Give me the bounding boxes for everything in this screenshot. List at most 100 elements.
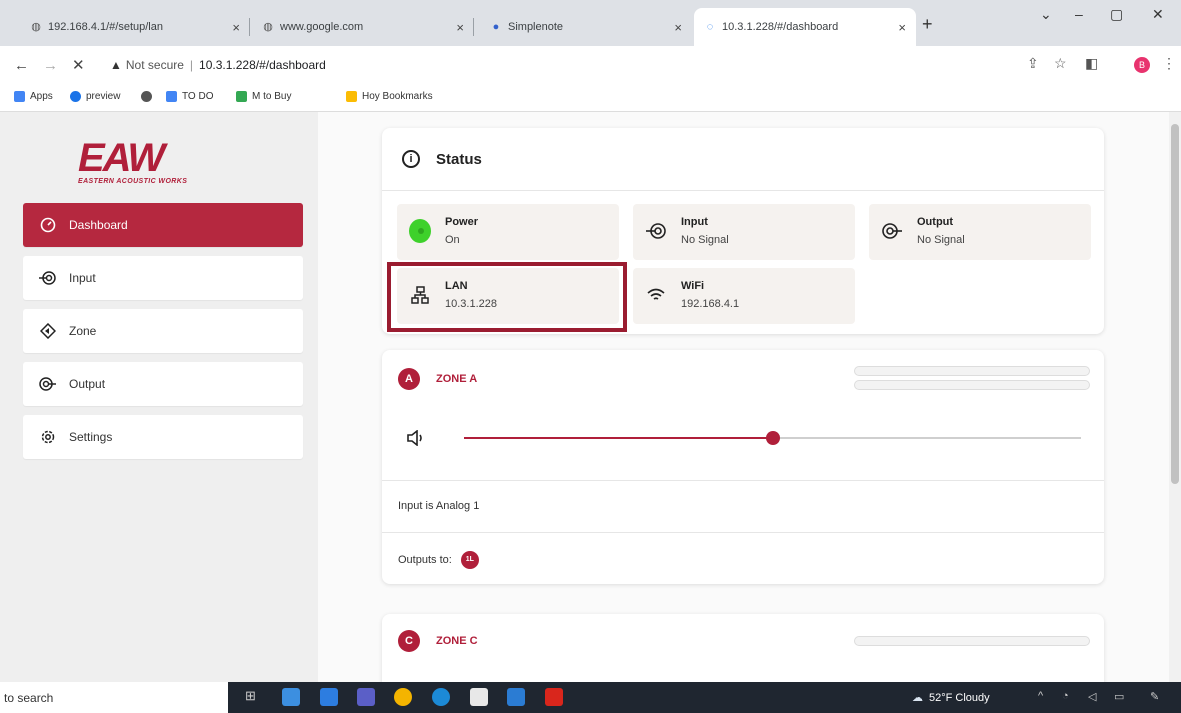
lan-highlight-box [387,262,627,332]
page-scrollbar[interactable] [1169,112,1181,682]
share-icon[interactable]: ⇪ [1027,55,1039,72]
status-heading: i Status [402,150,482,168]
zone-a-input-text: Input is Analog 1 [398,500,480,512]
tab-search-chevron-icon[interactable]: ⌄ [1040,6,1052,23]
status-tile-wifi: WiFi 192.168.4.1 [633,268,855,324]
back-arrow-icon[interactable]: ← [14,57,29,74]
battery-icon[interactable]: ▭ [1114,690,1124,703]
bookmark-m-to-buy[interactable]: M to Buy [236,91,291,102]
network-icon[interactable]: ◔ [1062,690,1069,702]
bookmark-todo[interactable]: TO DO [166,91,213,102]
input-icon [645,220,667,242]
zone-c-badge: C [398,630,420,652]
nav-zone[interactable]: Zone [23,309,303,353]
tab-dashboard[interactable]: ◌ 10.3.1.228/#/dashboard × [694,8,916,46]
tray-chevron-icon[interactable]: ^ [1038,690,1043,702]
edge-icon[interactable] [432,688,450,706]
zone-a-name[interactable]: ZONE A [436,373,477,385]
apps-grid-icon [14,91,25,102]
settings-gear-icon [39,428,57,446]
drive-icon [236,91,247,102]
windows-taskbar: to search ⊞ ☁ 52°F Cloudy ^ ◔ ◁ ▭ ✎ [0,682,1181,713]
zone-icon [39,322,57,340]
bookmark-folder-hoy[interactable]: Hoy Bookmarks [346,91,433,102]
close-tab-icon[interactable]: × [456,20,464,35]
pen-icon[interactable]: ✎ [1150,690,1159,703]
close-window-icon[interactable]: ✕ [1152,6,1164,23]
omnibox[interactable]: ▲ Not secure | 10.3.1.228/#/dashboard [110,54,326,76]
forward-arrow-icon[interactable]: → [43,57,58,74]
acrobat-icon[interactable] [545,688,563,706]
bookmarks-bar: Apps preview TO DO M to Buy Hoy Bookmark… [0,84,1181,112]
nav-output[interactable]: Output [23,362,303,406]
not-secure-label: Not secure [125,58,184,72]
side-panel-icon[interactable]: ◧ [1085,55,1098,72]
weather-widget[interactable]: ☁ 52°F Cloudy [912,691,990,705]
zone-a-badge: A [398,368,420,390]
mail-icon[interactable] [320,688,338,706]
address-bar: ← → ✕ ▲ Not secure | 10.3.1.228/#/dashbo… [0,46,1181,84]
tab-title: Simplenote [508,21,564,33]
minimize-icon[interactable]: – [1075,6,1083,22]
globe-icon: ◍ [263,21,273,33]
scrollbar-thumb[interactable] [1171,124,1179,484]
file-explorer-icon[interactable] [282,688,300,706]
nav-input[interactable]: Input [23,256,303,300]
slider-fill [464,437,773,439]
maximize-icon[interactable]: ▢ [1110,6,1123,23]
menu-kebab-icon[interactable]: ⋮ [1162,55,1176,72]
teams-icon[interactable] [357,688,375,706]
tab-google[interactable]: ◍ www.google.com × [252,8,474,46]
new-tab-button[interactable]: + [922,14,933,35]
app-sidebar: EAW EASTERN ACOUSTIC WORKS Dashboard Inp… [0,112,318,682]
profile-avatar[interactable]: B [1134,57,1150,73]
taskbar-search[interactable]: to search [0,682,228,713]
task-view-icon[interactable]: ⊞ [245,688,263,706]
output-chip-1l[interactable]: 1L [460,551,479,569]
output-icon [39,375,57,393]
zone-a-outputs: Outputs to: 1L [398,551,479,569]
close-tab-icon[interactable]: × [232,20,240,35]
globe-icon: ◍ [31,21,41,33]
outlook-icon[interactable] [507,688,525,706]
slider-thumb[interactable] [766,431,780,445]
info-icon: i [402,150,420,168]
main-content: i Status Power On Input No Signal Output… [318,112,1169,694]
status-tile-input: Input No Signal [633,204,855,260]
bookmark-preview[interactable]: preview [70,91,120,102]
nav-settings[interactable]: Settings [23,415,303,459]
volume-icon[interactable]: ◁ [1088,690,1096,703]
input-icon [39,269,57,287]
zone-c-name[interactable]: ZONE C [436,635,478,647]
divider [382,480,1104,481]
warning-triangle-icon: ▲ [110,58,122,72]
chrome-icon[interactable] [394,688,412,706]
status-tile-output: Output No Signal [869,204,1091,260]
divider [382,532,1104,533]
account-icon [70,91,81,102]
close-tab-icon[interactable]: × [674,20,682,35]
volume-slider[interactable] [464,429,1081,447]
tab-title: 192.168.4.1/#/setup/lan [48,21,163,33]
dashboard-gauge-icon [39,216,57,234]
tab-lan-setup[interactable]: ◍ 192.168.4.1/#/setup/lan × [20,8,250,46]
docs-icon [166,91,177,102]
close-tab-icon[interactable]: × [898,20,906,35]
bookmark-star-icon[interactable]: ☆ [1054,55,1067,72]
bookmark-apps[interactable]: Apps [14,91,53,102]
loading-icon: ◌ [706,21,714,33]
zone-a-card: A ZONE A Input is Analog 1 Outputs to: 1… [382,350,1104,584]
bookmark-globe[interactable] [141,91,157,102]
separator: | [189,58,194,72]
divider [382,190,1104,191]
volume-speaker-icon[interactable] [406,429,424,451]
tab-simplenote[interactable]: ● Simplenote × [480,8,692,46]
url-text: 10.3.1.228/#/dashboard [199,58,326,72]
nav-dashboard[interactable]: Dashboard [23,203,303,247]
store-icon[interactable] [470,688,488,706]
simplenote-icon: ● [492,21,500,33]
stop-loading-icon[interactable]: ✕ [72,56,85,74]
eaw-logo[interactable]: EAW EASTERN ACOUSTIC WORKS [78,138,258,188]
tab-title: 10.3.1.228/#/dashboard [722,21,839,33]
globe-icon [141,91,152,102]
